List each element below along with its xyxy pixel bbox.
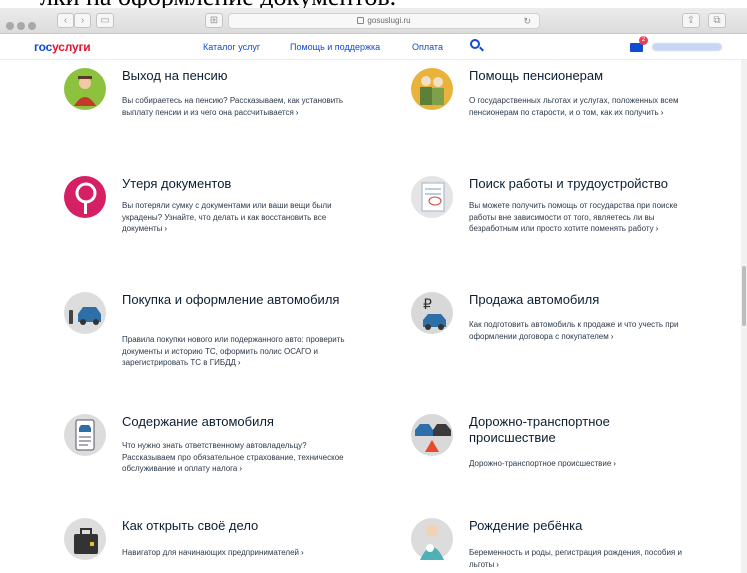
tabs-icon[interactable]: ⧉: [708, 13, 726, 28]
card-description-text: Навигатор для начинающих предпринимателе…: [122, 548, 299, 557]
card-description-text: Вы можете получить помощь от государства…: [469, 201, 678, 233]
reload-icon[interactable]: ↻: [523, 14, 531, 28]
address-text: gosuslugi.ru: [367, 16, 411, 25]
logo-part-gos: гос: [34, 40, 53, 54]
card-description: Беременность и роды, регистрация рождени…: [469, 547, 697, 570]
address-bar[interactable]: gosuslugi.ru ↻: [228, 13, 540, 29]
chevron-right-icon[interactable]: ›: [611, 332, 614, 341]
search-icon[interactable]: [470, 39, 480, 49]
share-menu-button[interactable]: ⊞: [205, 13, 223, 28]
card-title[interactable]: Дорожно-транспортное происшествие: [469, 414, 699, 446]
mail-badge: 2: [639, 36, 648, 45]
chevron-right-icon[interactable]: ›: [238, 358, 241, 367]
chevron-right-icon[interactable]: ›: [661, 108, 664, 117]
card-description: О государственных льготах и услугах, пол…: [469, 95, 697, 118]
card-description: Вы потеряли сумку с документами или ваши…: [122, 200, 350, 235]
card-description-text: Беременность и роды, регистрация рождени…: [469, 548, 682, 569]
card-description-text: О государственных льготах и услугах, пол…: [469, 96, 679, 117]
sell-car-icon: ₽: [411, 292, 453, 334]
share-icon[interactable]: ⇪: [682, 13, 700, 28]
logo-part-uslugi: услуги: [52, 40, 91, 54]
card-description-text: Вы потеряли сумку с документами или ваши…: [122, 201, 332, 233]
card-title[interactable]: Содержание автомобиля: [122, 414, 352, 430]
card-description: Дорожно-транспортное происшествие ›: [469, 458, 697, 470]
car-maintenance-icon: [64, 414, 106, 456]
nav-help[interactable]: Помощь и поддержка: [290, 42, 380, 52]
chevron-right-icon[interactable]: ›: [656, 224, 659, 233]
chevron-right-icon[interactable]: ›: [496, 560, 499, 569]
card-description: Правила покупки нового или подержанного …: [122, 334, 350, 369]
chevron-right-icon[interactable]: ›: [296, 108, 299, 117]
card-description-text: Как подготовить автомобиль к продаже и ч…: [469, 320, 679, 341]
card-description-text: Вы собираетесь на пенсию? Рассказываем, …: [122, 96, 343, 117]
buy-car-icon: [64, 292, 106, 334]
user-name[interactable]: [652, 43, 722, 51]
baby-icon: [411, 518, 453, 560]
card-title[interactable]: Продажа автомобиля: [469, 292, 699, 308]
chevron-right-icon[interactable]: ›: [613, 459, 616, 468]
card-description: Вы можете получить помощь от государства…: [469, 200, 697, 235]
forward-button[interactable]: ›: [74, 13, 91, 28]
sidebar-toggle-button[interactable]: ▭: [96, 13, 114, 28]
svg-text:₽: ₽: [423, 297, 432, 313]
card-title[interactable]: Рождение ребёнка: [469, 518, 699, 534]
chevron-right-icon[interactable]: ›: [239, 464, 242, 473]
gosuslugi-logo[interactable]: госуслуги: [34, 40, 91, 54]
lock-icon: [357, 17, 365, 25]
window-controls[interactable]: [6, 17, 39, 35]
card-title[interactable]: Утеря документов: [122, 176, 352, 192]
maximize-window-icon[interactable]: [28, 22, 36, 30]
card-description: Навигатор для начинающих предпринимателе…: [122, 547, 350, 559]
scrollbar-thumb[interactable]: [742, 266, 746, 326]
card-description: Вы собираетесь на пенсию? Рассказываем, …: [122, 95, 350, 118]
minimize-window-icon[interactable]: [17, 22, 25, 30]
card-title[interactable]: Как открыть своё дело: [122, 518, 352, 534]
browser-toolbar: ‹ › ▭ ⊞ gosuslugi.ru ↻ ⇪ ⧉: [0, 8, 747, 34]
back-button[interactable]: ‹: [57, 13, 74, 28]
card-description-text: Дорожно-транспортное происшествие: [469, 459, 612, 468]
close-window-icon[interactable]: [6, 22, 14, 30]
business-icon: [64, 518, 106, 560]
card-description-text: Правила покупки нового или подержанного …: [122, 335, 345, 367]
road-accident-icon: [411, 414, 453, 456]
card-description-text: Что нужно знать ответственному автовладе…: [122, 441, 344, 473]
chevron-right-icon[interactable]: ›: [164, 224, 167, 233]
nav-catalog[interactable]: Каталог услуг: [203, 42, 260, 52]
card-description: Как подготовить автомобиль к продаже и ч…: [469, 319, 697, 342]
card-title[interactable]: Покупка и оформление автомобиля: [122, 292, 352, 308]
pension-icon: [64, 68, 106, 110]
card-title[interactable]: Помощь пенсионерам: [469, 68, 699, 84]
card-title[interactable]: Поиск работы и трудоустройство: [469, 176, 699, 192]
card-description: Что нужно знать ответственному автовладе…: [122, 440, 350, 475]
job-search-icon: [411, 176, 453, 218]
pensioners-icon: [411, 68, 453, 110]
card-title[interactable]: Выход на пенсию: [122, 68, 352, 84]
lost-documents-icon: [64, 176, 106, 218]
nav-payment[interactable]: Оплата: [412, 42, 443, 52]
chevron-right-icon[interactable]: ›: [301, 548, 304, 557]
site-header: госуслуги Каталог услуг Помощь и поддерж…: [0, 34, 747, 60]
